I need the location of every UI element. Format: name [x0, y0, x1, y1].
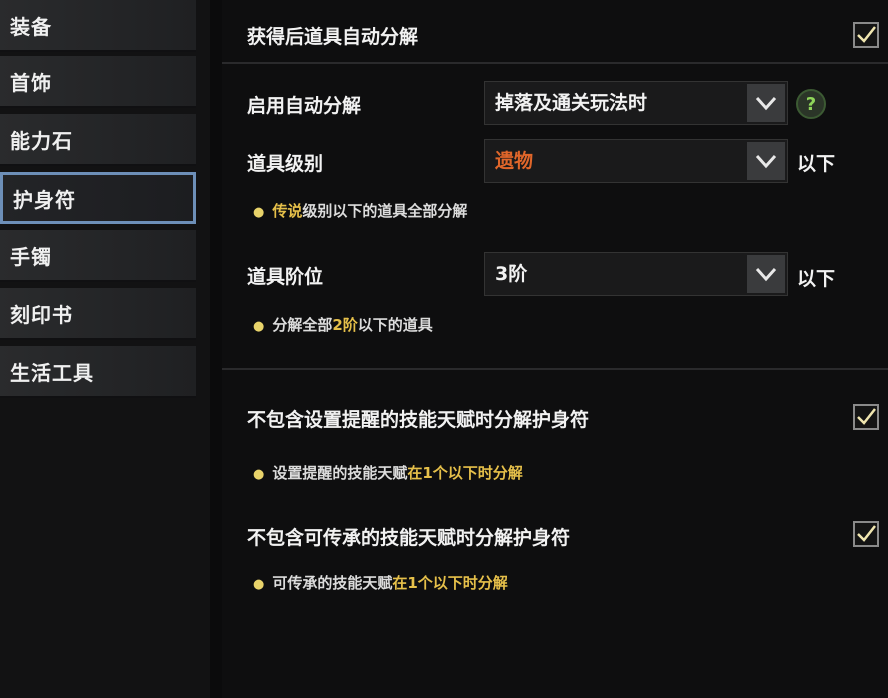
item-grade-hint: ● 传说级别以下的道具全部分解 — [253, 200, 467, 221]
hint-text: 级别以下的道具全部分解 — [302, 202, 468, 220]
divider — [222, 368, 888, 370]
hint-highlight: 2阶 — [332, 316, 358, 334]
enable-mode-selected: 掉落及通关玩法时 — [495, 92, 648, 114]
hint-highlight: 传说 — [272, 202, 303, 220]
sidebar-item-label: 刻印书 — [10, 302, 73, 327]
enable-mode-dropdown[interactable]: 掉落及通关玩法时 — [484, 81, 788, 125]
item-grade-dropdown[interactable]: 遗物 — [484, 139, 788, 183]
sidebar-item-engraving-book[interactable]: 刻印书 — [0, 288, 196, 340]
bullet-icon: ● — [253, 467, 265, 482]
hint-text: 分解全部 — [272, 316, 333, 334]
exclude-inherit-skill-checkbox[interactable] — [853, 521, 879, 547]
sidebar-item-label: 生活工具 — [10, 360, 94, 385]
bullet-icon: ● — [253, 205, 265, 220]
item-tier-hint: ● 分解全部2阶以下的道具 — [253, 314, 433, 335]
chevron-down-icon[interactable] — [747, 84, 785, 122]
exclude-inherit-skill-hint: ● 可传承的技能天赋在1个以下时分解 — [253, 572, 508, 593]
sidebar: 装备 首饰 能力石 护身符 手镯 刻印书 生活工具 — [0, 0, 210, 698]
sidebar-item-label: 装备 — [10, 14, 52, 39]
exclude-alert-skill-hint: ● 设置提醒的技能天赋在1个以下时分解 — [253, 462, 523, 483]
sidebar-item-ability-stone[interactable]: 能力石 — [0, 114, 196, 166]
chevron-down-icon[interactable] — [747, 255, 785, 293]
item-tier-selected: 3阶 — [495, 263, 528, 285]
bullet-icon: ● — [253, 577, 265, 592]
item-tier-dropdown[interactable]: 3阶 — [484, 252, 788, 296]
bullet-icon: ● — [253, 319, 265, 334]
chevron-down-icon[interactable] — [747, 142, 785, 180]
hint-text: 以下的道具 — [357, 316, 433, 334]
exclude-alert-skill-label: 不包含设置提醒的技能天赋时分解护身符 — [247, 409, 590, 431]
auto-disassemble-checkbox[interactable] — [853, 22, 879, 48]
checkmark-icon — [857, 408, 876, 425]
exclude-alert-skill-checkbox[interactable] — [853, 404, 879, 430]
auto-disassemble-label: 获得后道具自动分解 — [247, 26, 419, 48]
sidebar-item-label: 护身符 — [13, 187, 76, 212]
exclude-inherit-skill-label: 不包含可传承的技能天赋时分解护身符 — [247, 527, 571, 549]
hint-text: 设置提醒的技能天赋 — [272, 464, 408, 482]
hint-text: 可传承的技能天赋 — [272, 574, 393, 592]
sidebar-item-label: 首饰 — [10, 70, 52, 95]
sidebar-item-life-tool[interactable]: 生活工具 — [0, 346, 196, 398]
hint-highlight: 在1个以下时分解 — [392, 574, 508, 592]
item-grade-suffix: 以下 — [797, 153, 836, 175]
item-tier-suffix: 以下 — [797, 268, 836, 290]
item-grade-selected: 遗物 — [495, 150, 534, 172]
help-icon[interactable]: ? — [796, 89, 826, 119]
sidebar-item-talisman[interactable]: 护身符 — [0, 172, 196, 224]
enable-mode-label: 启用自动分解 — [247, 95, 362, 117]
item-grade-label: 道具级别 — [247, 153, 324, 175]
hint-highlight: 在1个以下时分解 — [407, 464, 523, 482]
checkmark-icon — [857, 26, 876, 43]
sidebar-item-equipment[interactable]: 装备 — [0, 0, 196, 52]
item-tier-label: 道具阶位 — [247, 266, 324, 288]
sidebar-item-bracelet[interactable]: 手镯 — [0, 230, 196, 282]
sidebar-item-label: 手镯 — [10, 244, 52, 269]
checkmark-icon — [857, 525, 876, 542]
divider — [222, 62, 888, 64]
sidebar-item-accessory[interactable]: 首饰 — [0, 56, 196, 108]
sidebar-item-label: 能力石 — [10, 128, 73, 153]
